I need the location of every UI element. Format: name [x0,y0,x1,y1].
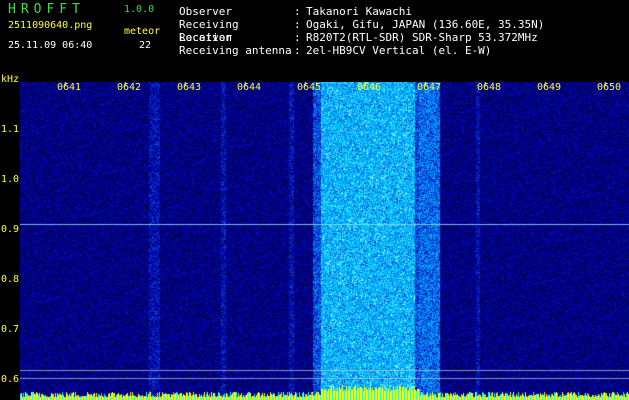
y-tick-label: 1.1 [1,124,20,135]
x-tick-label: 0647 [417,82,442,93]
info-key: Receiving antenna [179,44,292,57]
info-key: Observer [179,5,232,18]
info-key: Receiving Location [179,18,239,44]
info-value: R820T2(RTL-SDR) SDR-Sharp 53.372MHz [306,31,538,44]
y-tick-label: 0.8 [1,274,20,285]
x-tick-label: 0649 [537,82,562,93]
info-value: Ogaki, Gifu, JAPAN (136.60E, 35.35N) [306,18,545,31]
x-tick-label: 0643 [177,82,202,93]
y-tick-label: 0.9 [1,224,20,235]
y-axis-unit: kHz [1,74,20,85]
spectrogram-plot [20,82,629,400]
info-sep: : [294,18,301,31]
info-sep: : [294,31,301,44]
x-tick-label: 0646 [357,82,382,93]
info-value: 2el-HB9CV Vertical (el. E-W) [306,44,492,57]
station-info: Observer : Takanori Kawachi Receiving Lo… [179,5,544,57]
info-sep: : [294,5,301,18]
info-sep: : [294,44,301,57]
meteor-count: 22 [139,40,152,51]
capture-datetime: 25.11.09 06:40 [8,40,93,51]
x-tick-label: 0644 [237,82,262,93]
app-version: 1.0.0 [124,4,155,15]
waterfall-canvas [20,82,629,400]
info-value: Takanori Kawachi [306,5,412,18]
info-row-location: Receiving Location : Ogaki, Gifu, JAPAN … [179,18,545,44]
app-logo: HROFFT [8,2,85,17]
meteor-label: meteor [124,26,161,37]
image-filename: 2511090640.png [8,20,93,31]
hrofft-window: HROFFT 1.0.0 2511090640.png meteor 25.11… [0,0,629,400]
y-tick-label: 0.6 [1,374,20,385]
y-tick-label: 0.7 [1,324,20,335]
info-row-antenna: Receiving antenna : 2el-HB9CV Vertical (… [179,44,544,57]
info-row-receiver: Receiver : R820T2(RTL-SDR) SDR-Sharp 53.… [179,31,544,44]
info-row-observer: Observer : Takanori Kawachi [179,5,544,18]
x-tick-label: 0650 [597,82,622,93]
x-tick-label: 0642 [117,82,142,93]
info-key: Receiver [179,31,232,44]
x-tick-label: 0648 [477,82,502,93]
x-tick-label: 0641 [57,82,82,93]
y-tick-label: 1.0 [1,174,20,185]
x-tick-label: 0645 [297,82,322,93]
